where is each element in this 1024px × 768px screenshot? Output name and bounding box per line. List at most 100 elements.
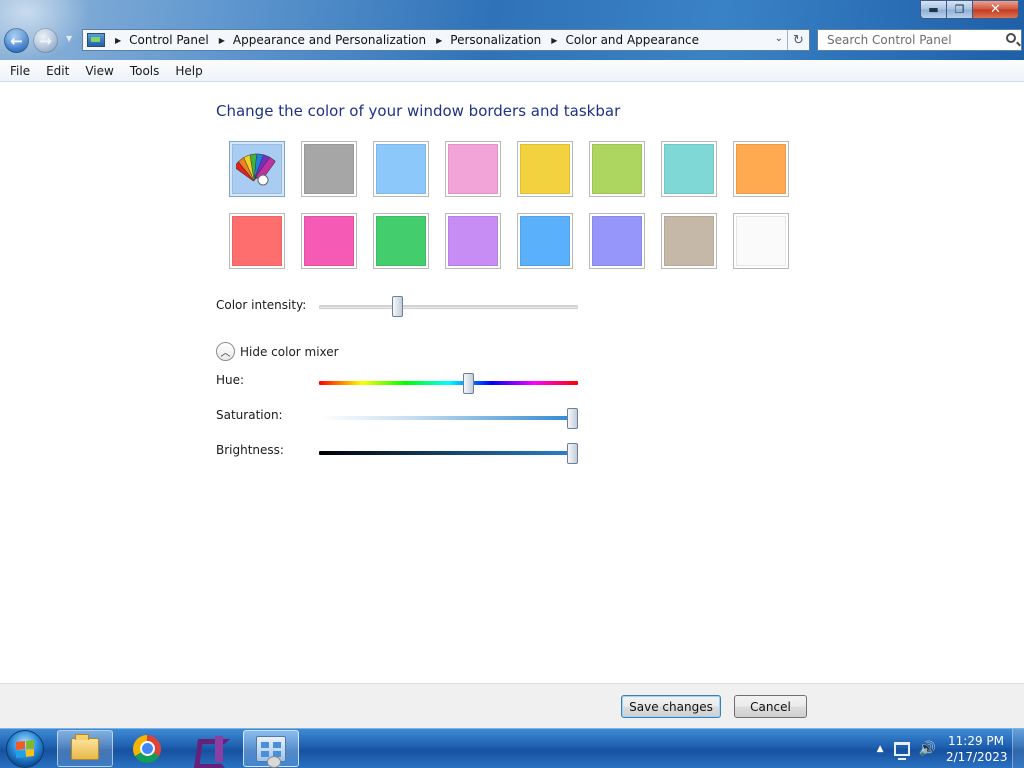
brightness-thumb[interactable]: [567, 443, 578, 464]
color-swatch-fill: [376, 216, 426, 266]
color-swatch-chocolate[interactable]: [661, 213, 717, 269]
taskbar-control-panel[interactable]: [243, 730, 299, 768]
chrome-icon: [133, 734, 161, 763]
hue-thumb[interactable]: [463, 373, 474, 394]
color-swatch-fill: [592, 216, 642, 266]
color-swatch-fill: [232, 216, 282, 266]
color-swatch-fill: [448, 216, 498, 266]
color-swatch-fill: [664, 144, 714, 194]
search-icon[interactable]: [1006, 33, 1016, 43]
brightness-slider[interactable]: [319, 443, 578, 464]
address-history-dropdown-icon[interactable]: ⌄: [775, 33, 783, 44]
taskbar: ▲ 🔊 11:29 PM 2/17/2023: [0, 728, 1024, 768]
color-swatch-fill: [304, 144, 354, 194]
clock-time: 11:29 PM: [948, 734, 1004, 748]
content-area: Change the color of your window borders …: [0, 83, 1024, 683]
control-panel-icon: [87, 33, 105, 47]
cancel-button[interactable]: Cancel: [734, 695, 807, 718]
recent-pages-dropdown-icon[interactable]: ▼: [66, 34, 72, 43]
maximize-button[interactable]: ❐: [947, 0, 973, 19]
title-bar: ▬ ❐ ✕ ← → ▼ ▶ Control Panel ▶ Appearance…: [0, 0, 1024, 60]
forward-button[interactable]: →: [33, 28, 58, 53]
breadcrumb-separator-icon[interactable]: ▶: [551, 36, 557, 45]
window-controls: ▬ ❐ ✕: [920, 0, 1019, 19]
brightness-label: Brightness:: [216, 443, 284, 457]
color-swatch-slate[interactable]: [733, 213, 789, 269]
folder-icon: [71, 733, 99, 760]
color-swatch-fill: [592, 144, 642, 194]
color-swatch-sea[interactable]: [373, 141, 429, 197]
network-icon[interactable]: [893, 742, 910, 760]
breadcrumb-color-and-appearance[interactable]: Color and Appearance: [565, 33, 699, 47]
page-title: Change the color of your window borders …: [216, 102, 621, 120]
color-swatch-sky[interactable]: [229, 141, 285, 197]
hide-color-mixer-toggle[interactable]: ︿ Hide color mixer: [216, 342, 339, 361]
menu-edit[interactable]: Edit: [38, 64, 77, 78]
color-swatch-ruby[interactable]: [229, 213, 285, 269]
address-bar[interactable]: ▶ Control Panel ▶ Appearance and Persona…: [82, 29, 810, 51]
volume-icon[interactable]: 🔊: [919, 741, 936, 757]
breadcrumb-separator-icon[interactable]: ▶: [219, 36, 225, 45]
visual-studio-icon: [194, 735, 224, 763]
taskbar-explorer[interactable]: [57, 730, 113, 767]
menu-file[interactable]: File: [2, 64, 38, 78]
forward-arrow-icon: →: [39, 31, 52, 50]
color-swatch-fill: [448, 144, 498, 194]
color-swatch-fill: [376, 144, 426, 194]
menu-help[interactable]: Help: [167, 64, 210, 78]
breadcrumb-separator-icon[interactable]: ▶: [436, 36, 442, 45]
save-changes-button[interactable]: Save changes: [621, 695, 721, 718]
minimize-button[interactable]: ▬: [920, 0, 947, 19]
saturation-label: Saturation:: [216, 408, 283, 422]
color-swatch-taupe[interactable]: [589, 213, 645, 269]
color-swatch-fill: [520, 216, 570, 266]
system-tray: ▲ 🔊 11:29 PM 2/17/2023: [877, 729, 1024, 768]
color-swatch-fill: [664, 216, 714, 266]
color-intensity-thumb[interactable]: [392, 296, 403, 317]
close-button[interactable]: ✕: [973, 0, 1019, 19]
breadcrumb-control-panel[interactable]: Control Panel: [129, 33, 209, 47]
color-intensity-slider[interactable]: [319, 296, 578, 317]
color-swatch-fill: [232, 144, 282, 194]
color-swatch-fill: [520, 144, 570, 194]
color-swatch-fuchsia[interactable]: [301, 213, 357, 269]
breadcrumb-separator-icon[interactable]: ▶: [115, 36, 121, 45]
color-swatch-sun[interactable]: [373, 213, 429, 269]
breadcrumb-appearance-and-personalization[interactable]: Appearance and Personalization: [233, 33, 426, 47]
dialog-footer: Save changes Cancel: [0, 683, 1024, 728]
color-swatch-lavender[interactable]: [517, 213, 573, 269]
saturation-thumb[interactable]: [567, 408, 578, 429]
show-hidden-icons-icon[interactable]: ▲: [877, 744, 884, 754]
taskbar-chrome[interactable]: [119, 730, 175, 767]
hue-slider[interactable]: [319, 373, 578, 394]
navigation-row: ← → ▼ ▶ Control Panel ▶ Appearance and P…: [0, 28, 1024, 54]
color-swatch-tangerine[interactable]: [733, 141, 789, 197]
menu-view[interactable]: View: [77, 64, 121, 78]
refresh-icon: ↻: [793, 32, 804, 48]
color-swatch-fill: [304, 216, 354, 266]
color-swatch-leaf[interactable]: [445, 141, 501, 197]
chevron-up-icon[interactable]: ︿: [216, 342, 235, 361]
color-swatch-twilight[interactable]: [301, 141, 357, 197]
saturation-slider[interactable]: [319, 408, 578, 429]
refresh-button[interactable]: ↻: [787, 30, 809, 50]
show-desktop-button[interactable]: [1012, 729, 1024, 768]
search-box[interactable]: [817, 29, 1022, 51]
color-intensity-label: Color intensity:: [216, 298, 307, 312]
color-swatch-frost[interactable]: [589, 141, 645, 197]
breadcrumb-personalization[interactable]: Personalization: [450, 33, 541, 47]
clock-date: 2/17/2023: [946, 750, 1008, 764]
search-input[interactable]: [825, 32, 995, 48]
color-swatch-blush[interactable]: [661, 141, 717, 197]
menu-tools[interactable]: Tools: [122, 64, 168, 78]
hue-label: Hue:: [216, 373, 245, 387]
color-swatch-fill: [736, 144, 786, 194]
back-button[interactable]: ←: [4, 28, 29, 53]
hide-color-mixer-label[interactable]: Hide color mixer: [240, 345, 339, 359]
color-swatch-violet[interactable]: [445, 213, 501, 269]
control-panel-icon: [256, 735, 286, 768]
color-swatch-lime[interactable]: [517, 141, 573, 197]
start-button[interactable]: [6, 730, 44, 768]
clock[interactable]: 11:29 PM 2/17/2023: [946, 733, 1008, 765]
taskbar-visual-studio[interactable]: [181, 730, 237, 767]
